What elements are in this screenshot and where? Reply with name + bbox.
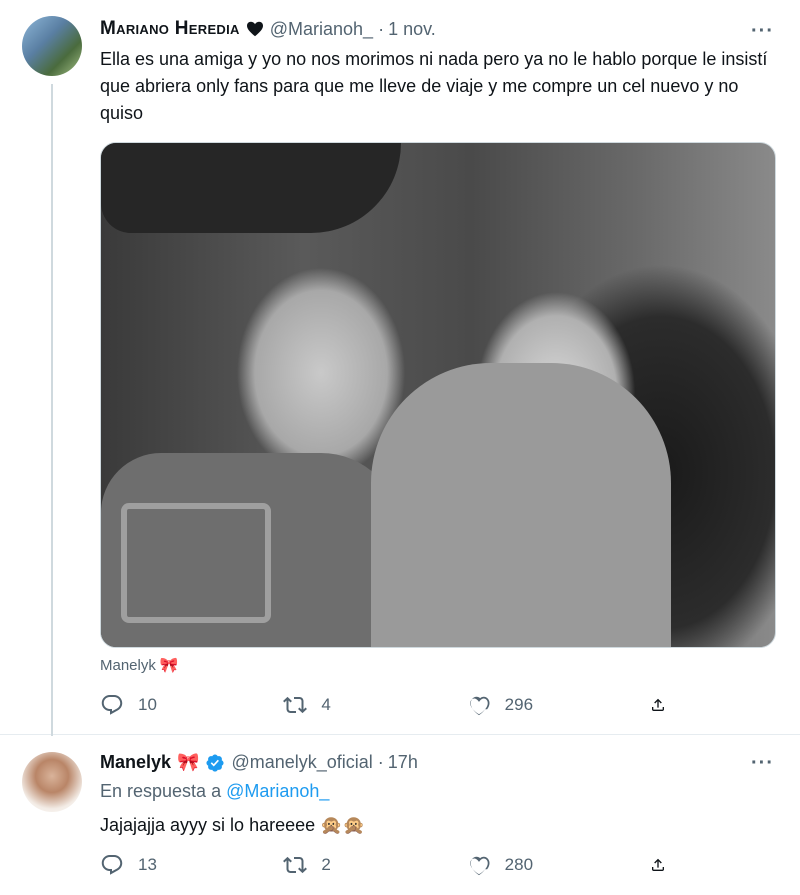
tweet-text: Ella es una amiga y yo no nos morimos ni… [100,49,768,123]
thread-line [51,84,53,736]
tweet-header: Manelyk 🎀 @manelyk_oficial · 17h [100,752,418,773]
media-tag-name[interactable]: Manelyk [100,657,156,674]
heart-emoji-icon [246,21,264,37]
more-options-icon[interactable]: ··· [751,752,774,775]
retweet-count: 2 [321,855,331,874]
reply-count: 10 [138,695,157,714]
reply-icon [101,695,123,715]
share-button[interactable] [650,693,680,717]
retweet-count: 4 [321,695,331,714]
heart-icon [469,856,490,876]
tweet-photo[interactable] [100,142,776,648]
retweet-icon [283,696,308,714]
separator: · [378,18,385,39]
photo-detail [101,143,401,233]
verified-badge-icon [205,753,225,773]
share-icon [651,698,664,711]
heart-icon [469,696,490,716]
tweet-original[interactable]: Mariano Heredia @Marianoh_ · 1 nov. ··· … [0,0,800,736]
media-tag[interactable]: Manelyk 🎀 [100,656,179,675]
timestamp[interactable]: 1 nov. [388,19,436,40]
retweet-icon [283,856,308,874]
share-icon [651,858,664,871]
avatar[interactable] [22,16,82,76]
like-count: 280 [504,855,534,874]
like-count: 296 [504,695,534,714]
retweet-button[interactable]: 2 [283,853,423,877]
photo-detail [371,363,671,647]
reply-mention-link[interactable]: @Marianoh_ [226,781,329,801]
photo-detail [121,503,271,623]
like-button[interactable]: 280 [467,853,607,877]
tweet-header: Mariano Heredia @Marianoh_ · 1 nov. [100,18,436,40]
author-handle[interactable]: @manelyk_oficial [231,752,372,773]
author-handle[interactable]: @Marianoh_ [270,19,373,40]
reply-context: En respuesta a @Marianoh_ [100,781,329,802]
more-options-icon[interactable]: ··· [751,20,774,43]
like-button[interactable]: 296 [467,693,607,717]
reply-button[interactable]: 10 [100,693,240,717]
reply-prefix: En respuesta a [100,781,222,801]
retweet-button[interactable]: 4 [283,693,423,717]
tweet-actions: 10 4 296 [100,693,680,717]
reply-button[interactable]: 13 [100,853,240,877]
ribbon-emoji: 🎀 [159,657,179,674]
author-name[interactable]: Mariano Heredia [100,18,240,40]
ribbon-emoji: 🎀 [177,752,200,772]
share-button[interactable] [650,853,680,877]
reply-count: 13 [138,855,157,874]
author-name[interactable]: Manelyk [100,752,171,773]
reply-icon [101,855,123,875]
avatar[interactable] [22,752,82,812]
tweet-text: Jajajajja ayyy si lo hareeee 🙊🙊 [100,815,365,835]
separator: · [377,752,384,772]
timestamp[interactable]: 17h [388,752,418,773]
tweet-actions: 13 2 280 [100,853,680,877]
